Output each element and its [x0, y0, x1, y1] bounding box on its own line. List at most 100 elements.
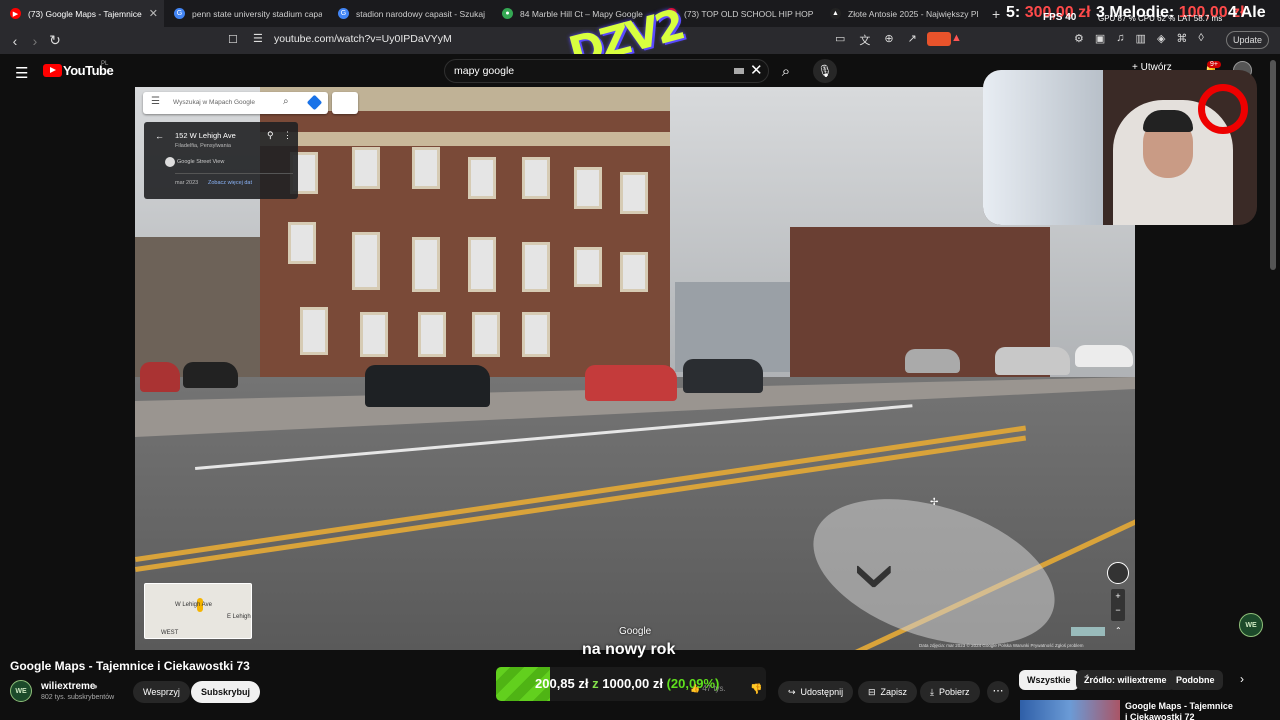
bookmark-icon[interactable]: ☐ [228, 33, 238, 46]
site-info-icon[interactable]: ☰ [253, 32, 263, 45]
reload-icon[interactable]: ↻ [45, 32, 65, 49]
subscribe-button[interactable]: Subskrybuj [191, 681, 261, 703]
more-actions-button[interactable]: ⋯ [987, 681, 1009, 703]
share-label: Udostępnij [800, 687, 844, 697]
page-scrollbar[interactable] [1270, 60, 1276, 270]
url-field[interactable]: youtube.com/watch?v=Uy0IPDaVYyM [274, 33, 452, 45]
maps-menu-icon[interactable]: ☰ [151, 96, 160, 107]
maps-search-icon[interactable]: ⌕ [283, 96, 289, 107]
channel-watermark[interactable]: WE [1239, 613, 1263, 637]
hud-stats: GPU 87 % CPU 62 % LAT 58.7 ms [1098, 14, 1223, 23]
chip-all[interactable]: Wszystkie [1019, 670, 1079, 690]
tab-zlote-antosie[interactable]: ▲ Złote Antosie 2025 - Największy Pleb..… [820, 0, 984, 27]
streetview-info-card: ← 152 W Lehigh Ave Filadelfia, Pensylwan… [144, 122, 298, 199]
clear-search-icon[interactable]: ✕ [750, 61, 763, 79]
google-favicon-icon: G [338, 8, 349, 19]
directions-icon[interactable] [306, 94, 323, 111]
warning-icon[interactable]: ▲ [951, 32, 962, 44]
extensions-bar: ⚙ ▣ ♫ ▥ ◈ ⌘ ◊ [1074, 32, 1204, 45]
search-input[interactable]: mapy google [454, 65, 514, 77]
back-icon[interactable]: ‹ [5, 33, 25, 49]
chip-channel[interactable]: Źródło: wiliextreme [1076, 670, 1175, 690]
sidebar-icon[interactable]: ▥ [1136, 32, 1146, 45]
video-title: Google Maps - Tajemnice i Ciekawostki 73 [10, 659, 250, 673]
support-button[interactable]: Wesprzyj [133, 681, 190, 703]
maps-photo-button[interactable] [332, 92, 358, 114]
music-icon[interactable]: ♫ [1116, 32, 1124, 45]
streetview-address: 152 W Lehigh Ave [175, 131, 236, 140]
maps-search-box[interactable]: ☰ Wyszukaj w Mapach Google ⌕ [143, 92, 328, 114]
cast-icon[interactable]: ▭ [835, 32, 845, 48]
tab-title: penn state university stadium capacit... [192, 8, 322, 19]
streetview-car [183, 362, 238, 388]
save-icon: ⊟ [868, 687, 876, 697]
extension-icon[interactable]: ⚙ [1074, 32, 1084, 45]
voice-search-button[interactable]: 🎙 [813, 59, 837, 83]
tab-stadion[interactable]: G stadion narodowy capasit - Szukaj w ..… [328, 0, 492, 27]
tab-title: Złote Antosie 2025 - Największy Pleb... [848, 8, 978, 19]
zoom-in-icon[interactable]: + [1115, 591, 1120, 601]
chevron-right-icon[interactable]: › [1240, 672, 1244, 686]
wallet-icon[interactable]: ◈ [1157, 32, 1165, 45]
maps-footer: Data zdjęcia: mar 2023 © 2024 Google Pol… [919, 643, 1084, 648]
streetview-date: mar 2023 [175, 180, 199, 186]
layers-button[interactable] [1071, 627, 1105, 636]
download-button[interactable]: ⤓ Pobierz [920, 681, 980, 703]
forward-icon[interactable]: › [25, 33, 45, 49]
share-icon[interactable]: ↗ [908, 32, 917, 48]
tab-penn-state[interactable]: G penn state university stadium capacit.… [164, 0, 328, 27]
youtube-logo-icon[interactable] [43, 64, 62, 77]
search-button[interactable]: ⌕ [769, 59, 803, 83]
vpn-icon[interactable]: ⌘ [1176, 32, 1187, 45]
chevron-icon: › [831, 562, 928, 591]
compass-icon[interactable] [1107, 562, 1129, 584]
screenshot-icon[interactable]: ▣ [1095, 32, 1105, 45]
streetview-logo-icon [165, 157, 175, 167]
translate-icon[interactable]: 文 [859, 32, 870, 48]
channel-name[interactable]: wiliextreme [41, 681, 95, 692]
more-options-icon[interactable]: ⋮ [283, 130, 292, 141]
zoom-icon[interactable]: ⊕ [884, 32, 893, 48]
share-arrow-icon: ↪ [788, 687, 796, 697]
new-tab-button[interactable]: + [992, 6, 1000, 22]
like-count: 47 tys. [702, 684, 726, 693]
google-favicon-icon: G [174, 8, 185, 19]
dislike-icon[interactable]: 👎 [750, 684, 762, 695]
zoom-out-icon[interactable]: − [1115, 605, 1120, 615]
back-arrow-icon[interactable]: ← [155, 131, 164, 141]
streetview-city: Filadelfia, Pensylwania [175, 143, 231, 149]
download-icon: ⤓ [930, 687, 934, 697]
update-button[interactable]: Update [1226, 31, 1270, 49]
maps-search-input[interactable]: Wyszukaj w Mapach Google [173, 99, 255, 106]
hud-fps: FPS 40 [1043, 12, 1077, 23]
tab-youtube-active[interactable]: ▶ (73) Google Maps - Tajemnice i... ✕ [0, 0, 164, 27]
like-button[interactable]: 👍 47 tys. [690, 684, 726, 693]
streetview-car [140, 362, 180, 392]
shield-icon[interactable]: ◊ [1198, 32, 1203, 45]
chip-related[interactable]: Podobne [1168, 670, 1223, 690]
channel-avatar[interactable]: WE [10, 680, 32, 702]
record-ring-icon [1198, 84, 1248, 134]
expand-icon[interactable]: ⌃ [1115, 626, 1122, 635]
close-tab-icon[interactable]: ✕ [143, 7, 158, 20]
hud-money-prefix: 5: [1006, 4, 1021, 21]
menu-icon[interactable]: ☰ [15, 64, 28, 82]
suggested-title[interactable]: Google Maps - Tajemnice i Ciekawostki 72 [1125, 701, 1235, 720]
google-watermark: Google [619, 626, 652, 637]
location-pin-icon[interactable]: ⚲ [267, 130, 274, 141]
suggested-thumbnail[interactable] [1020, 700, 1120, 720]
goal-separator: z [592, 676, 599, 691]
brave-shield-icon[interactable] [927, 32, 951, 46]
see-more-dates-link[interactable]: Zobacz więcej dat [208, 180, 252, 186]
mic-icon: 🎙 [817, 64, 833, 78]
goal-current: 200,85 zł [535, 676, 589, 691]
zoom-controls[interactable]: + − [1111, 589, 1125, 621]
goal-target: 1000,00 zł [602, 676, 663, 691]
streetview-car [1075, 345, 1133, 367]
keyboard-icon[interactable] [734, 68, 744, 74]
share-button[interactable]: ↪ Udostępnij [778, 681, 854, 703]
minimap[interactable]: W Lehigh Ave E Lehigh WEST [144, 583, 252, 639]
streetview-building-main [260, 87, 670, 397]
download-label: Pobierz [938, 687, 970, 697]
save-button[interactable]: ⊟ Zapisz [858, 681, 918, 703]
